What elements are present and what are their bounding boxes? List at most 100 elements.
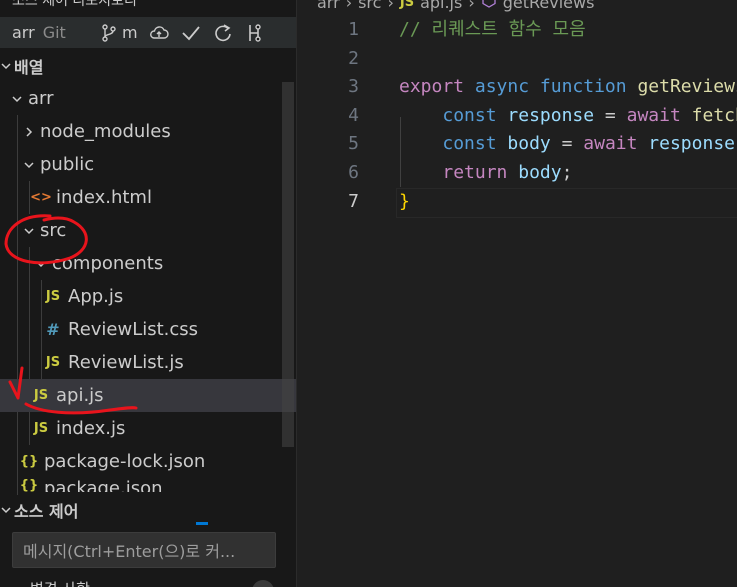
tree-item-package-json[interactable]: {} package.json — [0, 478, 296, 492]
repository-row[interactable]: arr Git m — [0, 17, 296, 48]
js-file-icon: JS — [45, 289, 61, 304]
tree-item-package-lock-json[interactable]: {} package-lock.json — [0, 445, 296, 478]
json-file-icon: {} — [19, 454, 39, 469]
tree-item-app-js[interactable]: JS App.js — [0, 280, 296, 313]
tree-item-arr[interactable]: arr — [0, 82, 296, 115]
breadcrumb-item[interactable]: arr — [317, 0, 340, 12]
tree-item-label: ReviewList.css — [68, 319, 199, 340]
tree-item-components[interactable]: components — [0, 247, 296, 280]
tree-item-reviewlist-css[interactable]: # ReviewList.css — [0, 313, 296, 346]
graph-icon[interactable] — [244, 22, 266, 44]
tree-item-api-js[interactable]: JS api.js — [0, 379, 296, 412]
js-file-icon: JS — [33, 421, 49, 436]
operator-token: = — [594, 104, 627, 126]
chevron-down-icon — [0, 504, 12, 516]
line-number: 1 — [348, 19, 359, 40]
chevron-right-icon — [22, 126, 36, 138]
tree-item-label: package-lock.json — [44, 451, 206, 472]
scrollbar-thumb[interactable] — [282, 82, 294, 447]
tree-item-label: node_modules — [40, 121, 171, 142]
tree-item-label: api.js — [56, 385, 104, 406]
keyword-token: export — [399, 76, 465, 98]
repository-name: arr — [12, 23, 35, 42]
code-line-4: const response = await fetch — [399, 102, 737, 131]
tree-item-label: package.json — [44, 478, 163, 492]
tree-item-src[interactable]: src — [0, 214, 296, 247]
code-line-3: export async function getReviews — [399, 73, 737, 102]
line-number-gutter: 1 2 3 4 5 6 7 — [297, 16, 365, 216]
breadcrumb-item[interactable]: src — [358, 0, 381, 12]
tree-item-label: components — [52, 253, 164, 274]
chevron-down-icon — [34, 258, 48, 270]
check-icon[interactable] — [180, 22, 202, 44]
chevron-down-icon — [0, 60, 12, 72]
function-name-token: fetch — [691, 104, 737, 126]
operator-token: = — [550, 133, 584, 155]
progress-indicator — [196, 522, 208, 525]
breadcrumb: arr › src › JS api.js › getReviews — [317, 0, 594, 12]
changes-section-label[interactable]: 변경 사항 — [30, 578, 90, 587]
chevron-down-icon — [22, 159, 36, 171]
variable-token: response — [648, 133, 735, 155]
chevron-right-icon: › — [345, 0, 353, 12]
code-line-5: const body = await response — [399, 130, 737, 159]
js-file-icon: JS — [45, 355, 61, 370]
tree-item-node-modules[interactable]: node_modules — [0, 115, 296, 148]
tree-item-label: index.js — [56, 418, 126, 439]
repository-kind: Git — [42, 23, 66, 42]
keyword-token: const — [442, 133, 497, 155]
line-number: 5 — [348, 133, 359, 155]
tree-item-label: public — [40, 154, 95, 175]
js-file-icon: JS — [33, 388, 49, 403]
brace-token: } — [399, 190, 410, 212]
code-line-7: } — [396, 187, 737, 218]
tree-item-reviewlist-js[interactable]: JS ReviewList.js — [0, 346, 296, 379]
branch-icon — [98, 22, 120, 44]
line-number: 3 — [348, 76, 359, 98]
commit-message-input[interactable]: 메시지(Ctrl+Enter(으)로 커... — [12, 532, 276, 568]
code-line-1: // 리퀘스트 함수 모음 — [399, 16, 737, 45]
source-control-title: 소스 제어 — [14, 502, 79, 521]
code-lines[interactable]: // 리퀘스트 함수 모음 export async function getR… — [396, 16, 737, 218]
tree-item-index-js[interactable]: JS index.js — [0, 412, 296, 445]
tree-item-label: index.html — [56, 187, 152, 208]
punctuation-token: ; — [561, 161, 573, 183]
keyword-token: await — [626, 104, 681, 126]
tree-item-label: arr — [28, 88, 54, 109]
breadcrumb-item[interactable]: api.js — [420, 0, 462, 12]
chevron-down-icon — [22, 225, 36, 237]
line-number-active: 7 — [348, 190, 359, 212]
branch-label: m — [122, 23, 138, 42]
keyword-token: return — [442, 161, 508, 183]
line-number: 4 — [348, 104, 359, 126]
refresh-icon[interactable] — [212, 22, 234, 44]
explorer-section-title: 배열 — [14, 58, 44, 77]
code-editor[interactable]: arr › src › JS api.js › getReviews 1 2 3… — [297, 0, 737, 587]
js-file-icon: JS — [399, 0, 415, 10]
repository-actions: m — [98, 17, 266, 48]
comment-token: // 리퀘스트 함수 모음 — [399, 19, 586, 40]
function-symbol-icon — [481, 0, 497, 12]
keyword-token: await — [583, 133, 638, 155]
keyword-token: function — [539, 76, 627, 98]
cloud-upload-icon[interactable] — [148, 22, 170, 44]
commit-message-placeholder: 메시지(Ctrl+Enter(으)로 커... — [23, 542, 236, 561]
tree-item-label: src — [40, 220, 67, 241]
html-file-icon: <> — [30, 190, 52, 205]
sidebar-title: 소스 제어 리포지토리 — [12, 0, 137, 9]
keyword-token: async — [474, 76, 530, 98]
breadcrumb-item[interactable]: getReviews — [503, 0, 595, 12]
tree-item-index-html[interactable]: <> index.html — [0, 181, 296, 214]
chevron-down-icon — [10, 93, 24, 105]
keyword-token: const — [442, 104, 497, 126]
chevron-right-icon: › — [468, 0, 475, 12]
source-control-section-header[interactable]: 소스 제어 — [0, 495, 296, 525]
explorer-section-header[interactable]: 배열 — [0, 52, 296, 80]
tree-item-public[interactable]: public — [0, 148, 296, 181]
tree-item-label: App.js — [68, 286, 124, 307]
function-name-token: getReviews — [637, 76, 737, 98]
branch-button[interactable]: m — [98, 22, 138, 44]
sidebar: 소스 제어 리포지토리 arr Git m 배열 arr node_module… — [0, 0, 297, 587]
variable-token: response — [507, 104, 595, 126]
